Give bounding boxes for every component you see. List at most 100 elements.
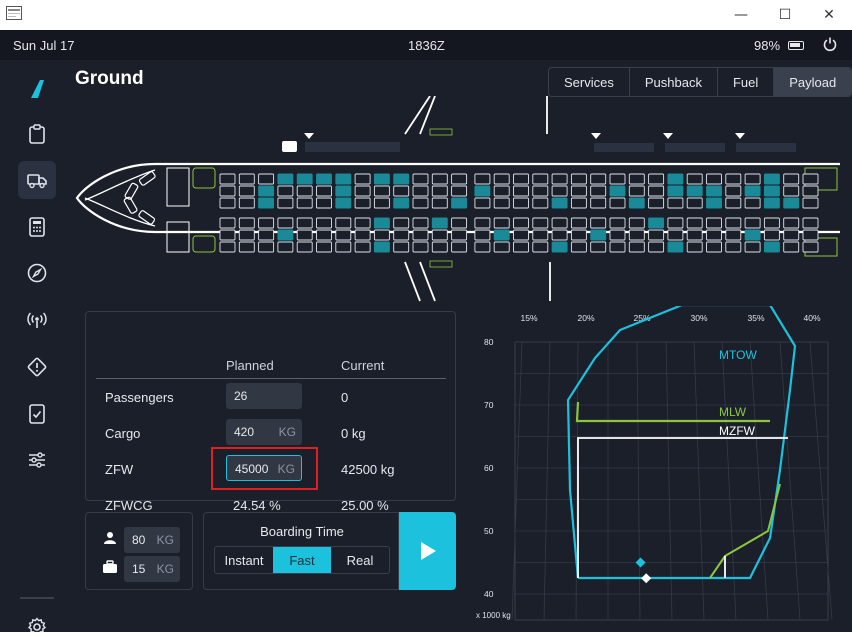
warning-icon[interactable] [18,348,56,386]
seat [725,217,742,229]
seat [725,185,742,197]
close-button[interactable]: ✕ [806,0,852,30]
seat [277,173,294,185]
y-axis-ticks: 80 70 60 50 40 [484,337,494,599]
minimize-button[interactable]: — [718,0,764,30]
seat [451,229,468,241]
seat [532,173,549,185]
maximize-button[interactable]: ☐ [762,0,808,30]
seat [744,173,761,185]
broadcast-icon[interactable] [18,301,56,339]
seat [431,241,448,253]
y-tick-label: 80 [484,337,494,347]
seat [373,241,390,253]
seat [513,185,529,197]
seat [763,197,780,209]
seat [219,229,236,241]
sliders-icon[interactable] [18,441,56,479]
seat [744,197,761,209]
power-icon[interactable] [822,36,838,52]
seat [744,229,761,241]
checklist-icon[interactable] [18,395,56,433]
start-boarding-button[interactable] [399,512,456,590]
boarding-fast-option[interactable]: Fast [273,547,331,573]
seat [277,197,294,209]
cg-grid-line [543,341,551,621]
clipboard-icon[interactable] [18,115,56,153]
seat [354,197,371,209]
passenger-weight-input[interactable]: 80 KG [124,527,180,553]
cargo-hold-bar [665,143,725,152]
calculator-icon[interactable] [18,208,56,246]
seat [648,185,665,197]
seat [570,197,587,209]
cargo-input[interactable]: 420 KG [226,419,302,445]
seat [316,241,332,253]
mlw-label: MLW [719,405,747,419]
seat [783,241,800,253]
seat [296,185,313,197]
seat [628,229,645,241]
seat [648,173,665,185]
seat [451,197,468,209]
seat [393,173,410,185]
seat [648,217,665,229]
seat [412,217,429,229]
seat [335,241,352,253]
tab-pushback[interactable]: Pushback [630,68,718,96]
efb-app: Sun Jul 17 1836Z 98% Ground Services Pus… [0,30,852,632]
seat [238,241,255,253]
boarding-instant-option[interactable]: Instant [215,547,273,573]
compass-icon[interactable] [18,254,56,292]
seat [474,197,491,209]
tab-services[interactable]: Services [549,68,630,96]
passenger-weight-unit: KG [156,533,174,547]
seat [493,173,510,185]
cargo-current: 0 kg [341,426,366,441]
seat [551,185,568,197]
seat [219,173,236,185]
sidebar [0,60,72,632]
mzfw-line [577,437,788,578]
window-titlebar: — ☐ ✕ [0,0,852,30]
baggage-weight-input[interactable]: 15 KG [124,556,180,582]
settings-icon[interactable] [18,608,56,632]
seat [763,173,780,185]
seat [412,229,429,241]
seat [493,197,510,209]
seat [763,185,780,197]
passengers-label: Passengers [105,390,174,405]
seat [725,229,742,241]
tab-payload[interactable]: Payload [774,68,852,96]
seat [648,197,665,209]
seat [648,229,665,241]
zfwcg-label: ZFWCG [105,498,153,513]
seat [628,241,645,253]
seat [493,229,510,241]
seat [551,229,568,241]
seat [474,229,491,241]
seat [706,173,722,185]
mtow-envelope [566,306,797,580]
seat [373,197,390,209]
seat [219,197,236,209]
seat [373,173,390,185]
seat [335,229,352,241]
tab-fuel[interactable]: Fuel [718,68,775,96]
truck-icon[interactable] [18,161,56,199]
seat [570,217,587,229]
seat [686,185,703,197]
seat [393,241,410,253]
sidebar-divider [20,597,54,599]
cg-grid-line [511,341,523,621]
seat [335,197,352,209]
seat-grid [219,173,819,253]
x-tick-label: 20% [577,313,594,323]
passengers-input[interactable]: 26 [226,383,302,409]
cargo-icon [282,141,297,152]
seat [570,185,587,197]
cg-points [635,557,652,584]
cargo-unit: KG [278,425,296,439]
x-tick-label: 15% [520,313,537,323]
boarding-real-option[interactable]: Real [331,547,389,573]
